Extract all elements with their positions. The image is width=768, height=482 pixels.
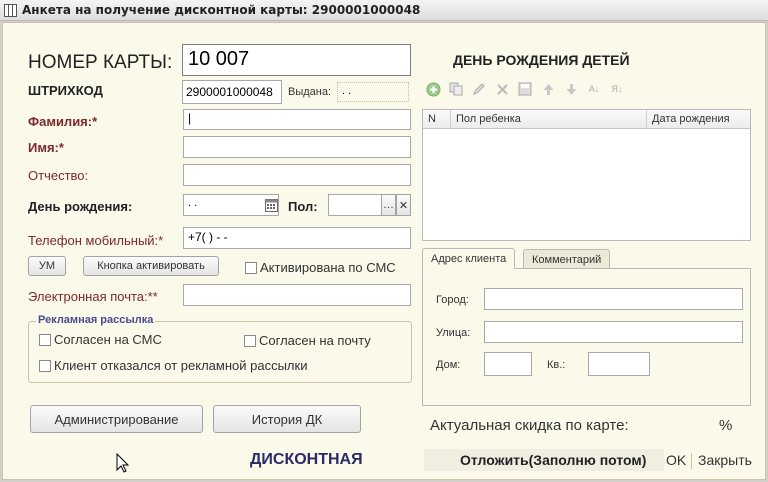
activate-button[interactable]: Кнопка активировать [83, 256, 219, 276]
tab-address[interactable]: Адрес клиента [422, 248, 516, 269]
street-field[interactable] [484, 321, 743, 343]
discount-card-form: НОМЕР КАРТЫ: 10 007 ШТРИХКОД 29000010000… [2, 22, 766, 480]
apartment-label: Кв.: [547, 359, 566, 371]
mailing-group [28, 321, 412, 383]
surname-field[interactable]: | [183, 109, 411, 130]
patronymic-field[interactable] [183, 164, 411, 186]
sort-desc-icon[interactable]: Я↓ [609, 81, 625, 97]
column-header-birthdate[interactable]: Дата рождения [647, 110, 751, 129]
card-number-label: НОМЕР КАРТЫ: [28, 52, 173, 73]
form-icon [4, 3, 17, 17]
street-label: Улица: [436, 327, 471, 339]
ok-button[interactable]: OK [666, 452, 686, 468]
move-down-icon[interactable] [563, 81, 579, 97]
card-number-field[interactable]: 10 007 [182, 44, 411, 76]
phone-field[interactable]: +7( ) - - [183, 227, 411, 249]
discount-brand-label: ДИСКОНТНАЯ [250, 451, 363, 468]
checkbox-box[interactable] [244, 334, 256, 347]
house-field[interactable] [484, 352, 532, 376]
card-history-button[interactable]: История ДК [213, 405, 361, 433]
sms-activated-label: Активирована по СМС [260, 260, 396, 275]
calendar-icon[interactable] [265, 198, 278, 212]
delete-icon[interactable] [494, 81, 510, 97]
refused-mailing-checkbox[interactable]: Клиент отказался от рекламной рассылки [39, 358, 307, 373]
save-icon[interactable] [517, 81, 533, 97]
city-label: Город: [436, 294, 469, 306]
agree-sms-checkbox[interactable]: Согласен на СМС [39, 332, 162, 347]
children-table[interactable]: N Пол ребенка Дата рождения [422, 109, 751, 241]
name-field[interactable] [183, 136, 411, 158]
actual-discount-value: % [719, 417, 733, 434]
agree-sms-label: Согласен на СМС [54, 332, 162, 347]
name-label: Имя:* [28, 140, 64, 155]
agree-mail-checkbox[interactable]: Согласен на почту [244, 333, 371, 348]
patronymic-label: Отчество: [28, 168, 89, 183]
move-up-icon[interactable] [540, 81, 556, 97]
refused-mailing-label: Клиент отказался от рекламной рассылки [54, 358, 308, 373]
barcode-field[interactable]: 2900001000048 [182, 80, 282, 104]
children-toolbar: A↓ Я↓ [425, 81, 635, 97]
surname-label: Фамилия:* [28, 114, 98, 129]
issued-label: Выдана: [288, 86, 332, 98]
close-button[interactable]: Закрыть [698, 452, 752, 468]
email-field[interactable] [183, 284, 411, 306]
postpone-button[interactable]: Отложить(Заполню потом) [460, 452, 646, 468]
city-field[interactable] [484, 288, 743, 310]
gender-field[interactable] [328, 194, 382, 216]
birthday-label: День рождения: [28, 199, 133, 214]
agree-mail-label: Согласен на почту [259, 333, 371, 348]
um-button[interactable]: УМ [28, 256, 66, 276]
children-table-header: N Пол ребенка Дата рождения [423, 110, 750, 129]
house-label: Дом: [436, 359, 461, 371]
window-title: Анкета на получение дисконтной карты: 29… [22, 3, 421, 17]
gender-label: Пол: [288, 199, 318, 214]
edit-icon[interactable] [471, 81, 487, 97]
issued-date-field[interactable]: . . [337, 82, 409, 102]
add-icon[interactable] [425, 81, 441, 97]
barcode-label: ШТРИХКОД [28, 83, 103, 98]
checkbox-box[interactable] [245, 261, 257, 274]
sort-asc-icon[interactable]: A↓ [586, 81, 602, 97]
administration-button[interactable]: Администрирование [30, 405, 203, 433]
window-titlebar: Анкета на получение дисконтной карты: 29… [0, 0, 768, 21]
column-header-gender[interactable]: Пол ребенка [451, 110, 647, 129]
checkbox-box[interactable] [39, 333, 51, 346]
email-label: Электронная почта:** [28, 289, 158, 304]
copy-icon[interactable] [448, 81, 464, 97]
children-title: ДЕНЬ РОЖДЕНИЯ ДЕТЕЙ [453, 52, 630, 68]
gender-clear-icon[interactable]: ✕ [396, 194, 411, 216]
mailing-group-title: Рекламная рассылка [36, 314, 156, 326]
phone-label: Телефон мобильный:* [28, 233, 164, 248]
sms-activated-checkbox[interactable]: Активирована по СМС [245, 260, 396, 275]
actual-discount-label: Актуальная скидка по карте: [430, 417, 629, 434]
gender-select-button[interactable]: … [381, 194, 396, 216]
footer-divider [691, 453, 692, 469]
column-header-n[interactable]: N [423, 110, 451, 129]
mouse-cursor-icon [116, 452, 130, 473]
checkbox-box[interactable] [39, 359, 51, 372]
apartment-field[interactable] [588, 352, 650, 376]
tab-comment[interactable]: Комментарий [523, 249, 611, 269]
